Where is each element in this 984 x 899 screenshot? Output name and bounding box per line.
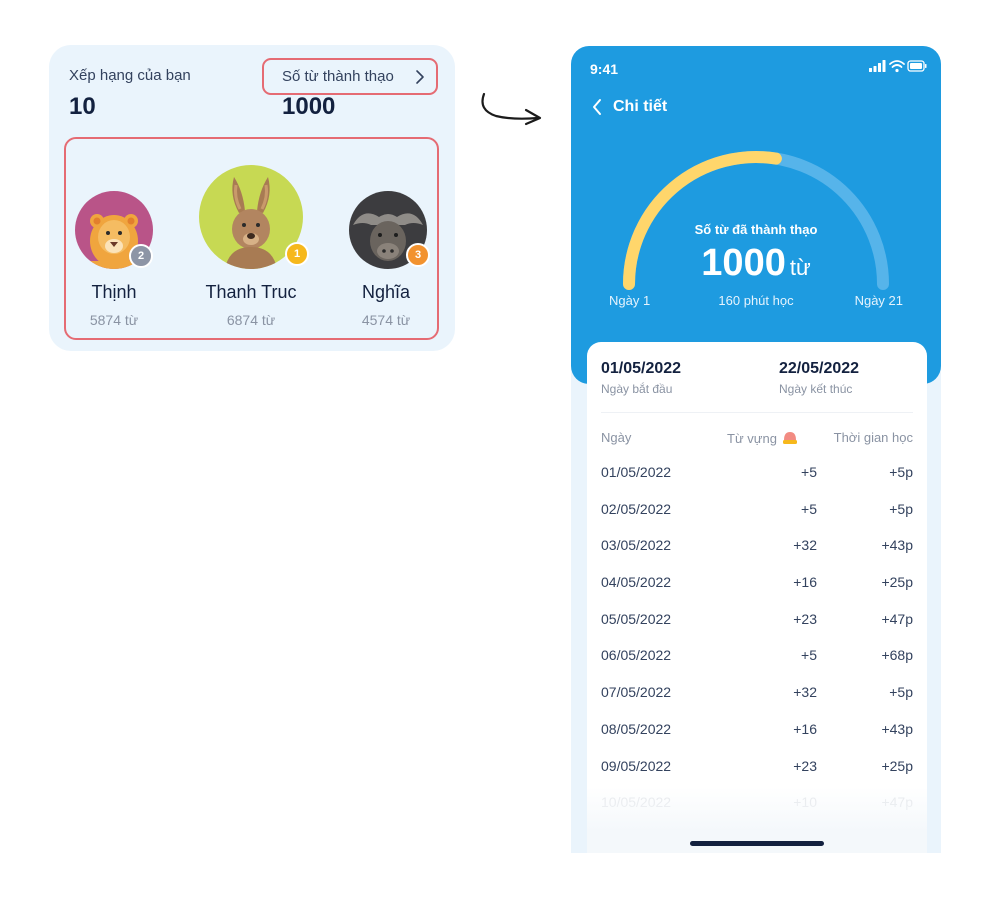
- mastered-words-link-label: Số từ thành thạo: [282, 68, 394, 85]
- curved-arrow-icon: [481, 92, 542, 126]
- header-panel: 9:41 Chi tiết Số từ đã thành thạo 1000 t…: [571, 46, 941, 384]
- leaderboard-member-first[interactable]: 1 Thanh Truc 6874 từ: [181, 139, 321, 339]
- vocab-badge-icon: [782, 432, 797, 444]
- start-date: 01/05/2022: [601, 360, 682, 377]
- wifi-icon: [889, 60, 905, 68]
- gauge-title: Số từ đã thành thạo: [694, 222, 818, 237]
- chevron-left-icon: [593, 99, 601, 115]
- rank-label: Xếp hạng của bạn: [69, 67, 191, 84]
- row-time: +25p: [881, 574, 913, 591]
- back-label: Chi tiết: [613, 98, 668, 115]
- ranking-card: Xếp hạng của bạn 10 Số từ thành thạo 100…: [49, 45, 455, 351]
- row-vocab: +32: [793, 537, 817, 554]
- gauge-unit: từ: [789, 255, 811, 280]
- chevron-right-icon: [416, 70, 424, 84]
- history-table-body: 01/05/2022 +5 +5p 02/05/2022 +5 +5p 03/05/2022…: [601, 464, 913, 831]
- row-date: 08/05/2022: [601, 720, 672, 737]
- gauge-number: 1000: [701, 242, 786, 284]
- table-row: 01/05/2022 +5 +5p: [601, 464, 913, 501]
- row-time: +5p: [889, 464, 913, 480]
- member-name: Thanh Truc: [205, 282, 297, 302]
- member-word-count: 5874 từ: [89, 312, 139, 328]
- row-vocab: +16: [793, 574, 817, 591]
- table-row: 02/05/2022 +5 +5p: [601, 501, 913, 538]
- row-time: +25p: [881, 757, 913, 774]
- detail-screen: 9:41 Chi tiết Số từ đã thành thạo 1000 t…: [571, 46, 941, 853]
- row-vocab: +23: [793, 757, 817, 774]
- row-date: 04/05/2022: [601, 574, 672, 591]
- back-button[interactable]: Chi tiết: [591, 98, 667, 116]
- row-vocab: +23: [793, 610, 817, 627]
- history-sheet: 01/05/2022 Ngày bắt đầu 22/05/2022 Ngày …: [587, 342, 927, 853]
- table-row: 04/05/2022 +16 +25p: [601, 574, 913, 611]
- leaderboard-member-third[interactable]: 3 Nghĩa 4574 từ: [331, 139, 441, 339]
- column-header-date: Ngày: [601, 430, 632, 445]
- table-row: 03/05/2022 +32 +43p: [601, 537, 913, 574]
- row-date: 02/05/2022: [601, 500, 672, 517]
- end-date-label: Ngày kết thúc: [779, 382, 853, 396]
- row-time: +43p: [881, 720, 913, 737]
- column-header-vocab-label: Từ vựng: [727, 430, 777, 446]
- table-row: 07/05/2022 +32 +5p: [601, 684, 913, 721]
- row-date: 09/05/2022: [601, 757, 672, 774]
- end-date: 22/05/2022: [779, 360, 860, 377]
- member-word-count: 6874 từ: [226, 312, 276, 328]
- home-indicator: [690, 841, 824, 846]
- row-vocab: +5: [801, 500, 817, 517]
- gauge-value: 1000 từ: [571, 242, 941, 285]
- status-bar-time: 9:41: [590, 61, 619, 77]
- row-time: +43p: [881, 537, 913, 554]
- row-date: 03/05/2022: [601, 537, 672, 554]
- member-name: Nghĩa: [361, 282, 411, 302]
- mastered-words-link[interactable]: Số từ thành thạo: [262, 58, 438, 95]
- row-time: +5p: [889, 684, 913, 701]
- status-bar-icons: [869, 60, 927, 73]
- leaderboard-podium: 2 Thịnh 5874 từ 1 Thanh Truc 6874 từ 3 N…: [64, 137, 439, 340]
- member-word-count: 4574 từ: [361, 312, 411, 328]
- column-header-vocab: Từ vựng: [727, 430, 799, 446]
- row-time: +68p: [881, 647, 913, 664]
- table-header: Ngày Từ vựng Thời gian học: [601, 430, 913, 448]
- row-vocab: +5: [801, 464, 817, 480]
- column-header-time: Thời gian học: [833, 430, 913, 445]
- rank-badge-3: 3: [406, 243, 430, 267]
- battery-icon: [907, 60, 927, 72]
- row-date: 01/05/2022: [601, 464, 672, 480]
- row-date: 05/05/2022: [601, 610, 672, 627]
- row-vocab: +5: [801, 647, 817, 664]
- row-time: +5p: [889, 500, 913, 517]
- gauge-end-day: Ngày 21: [854, 293, 903, 308]
- table-row: 06/05/2022 +5 +68p: [601, 647, 913, 684]
- row-time: +47p: [881, 610, 913, 627]
- leaderboard-member-second[interactable]: 2 Thịnh 5874 từ: [66, 139, 196, 339]
- row-date: 07/05/2022: [601, 684, 672, 701]
- member-name: Thịnh: [91, 282, 137, 302]
- row-vocab: +32: [793, 684, 817, 701]
- start-date-label: Ngày bắt đầu: [601, 382, 673, 396]
- rank-badge-1: 1: [285, 242, 309, 266]
- end-date-block: 22/05/2022 Ngày kết thúc: [779, 360, 859, 396]
- row-date: 06/05/2022: [601, 647, 672, 664]
- mastered-words-value: 1000: [282, 93, 336, 120]
- row-vocab: +16: [793, 720, 817, 737]
- rank-value: 10: [69, 93, 96, 120]
- start-date-block: 01/05/2022 Ngày bắt đầu: [601, 360, 681, 396]
- signal-icon: [869, 60, 886, 72]
- divider: [601, 412, 913, 413]
- table-row: 05/05/2022 +23 +47p: [601, 611, 913, 648]
- rank-badge-2: 2: [129, 244, 153, 268]
- table-row: 08/05/2022 +16 +43p: [601, 721, 913, 758]
